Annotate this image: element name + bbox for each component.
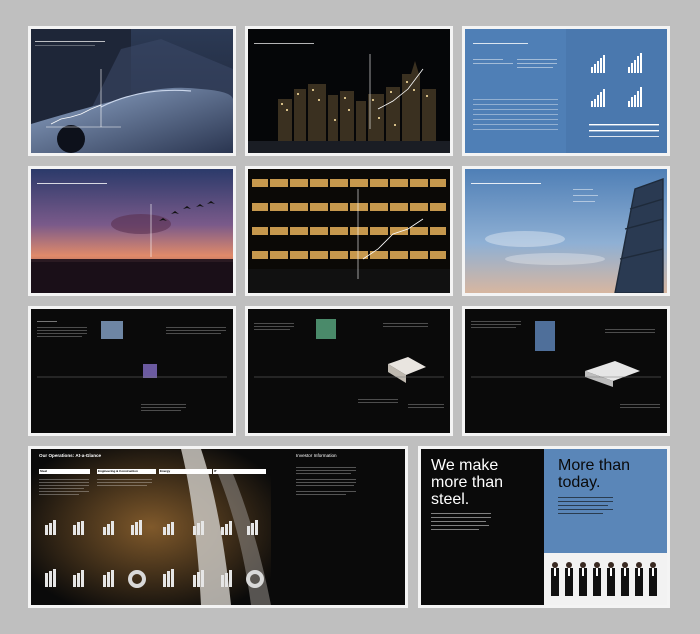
spread-6-sky-structure bbox=[462, 166, 670, 296]
spread-1-car bbox=[28, 26, 236, 156]
spread-7-timeline bbox=[28, 306, 236, 436]
spread-2-city bbox=[245, 26, 453, 156]
spread-9-timeline bbox=[462, 306, 670, 436]
spread-back-cover: We make more than steel. More than today… bbox=[418, 446, 670, 608]
spread-4-sunset-birds bbox=[28, 166, 236, 296]
spread-overview: Our Operations: At-a-Glance Steel Engine… bbox=[28, 446, 408, 608]
back-cover-left-page: We make more than steel. bbox=[421, 449, 544, 605]
team-photo bbox=[544, 553, 667, 605]
overview-mini-charts bbox=[39, 467, 356, 588]
spread-3-blue-charts bbox=[462, 26, 670, 156]
spread-5-building-windows bbox=[245, 166, 453, 296]
spread-8-timeline bbox=[245, 306, 453, 436]
back-cover-right-page: More than today. bbox=[544, 449, 667, 605]
